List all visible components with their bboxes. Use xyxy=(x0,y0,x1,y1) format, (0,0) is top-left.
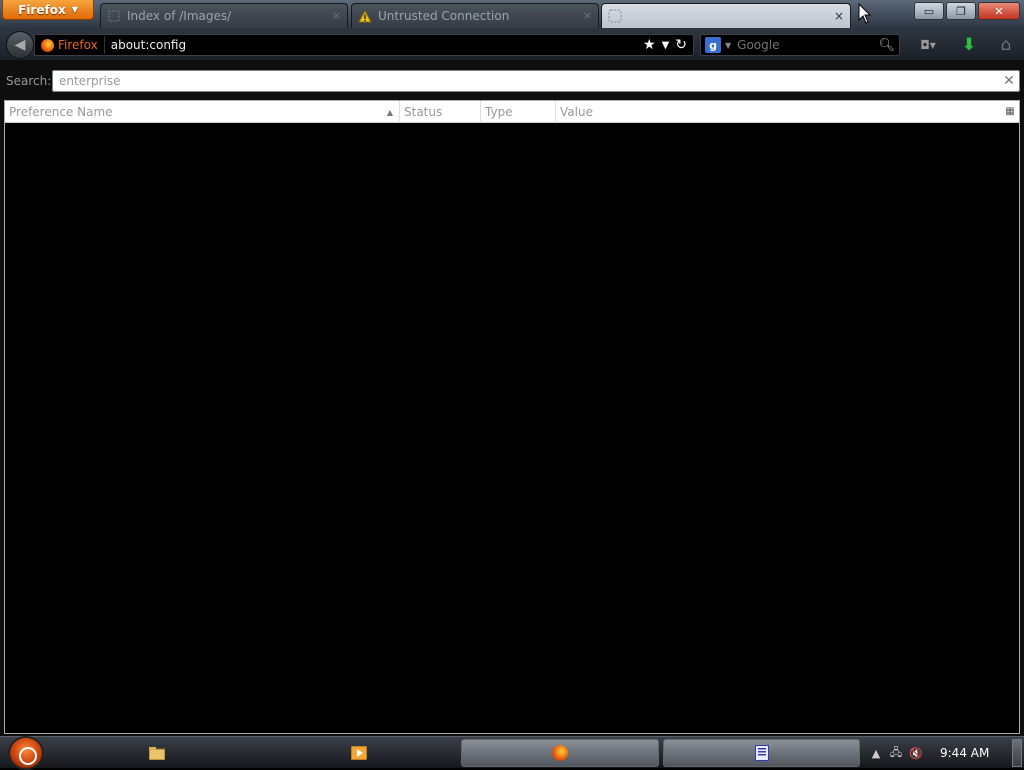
identity-label: Firefox xyxy=(58,38,98,52)
tab-close-icon[interactable]: × xyxy=(834,9,844,23)
clear-icon[interactable]: ✕ xyxy=(999,73,1019,89)
download-icon[interactable]: ⬇ xyxy=(956,35,982,55)
column-type[interactable]: Type xyxy=(481,101,556,123)
column-value[interactable]: Value xyxy=(556,101,1001,123)
clock[interactable]: 9:44 AM xyxy=(940,746,989,760)
about-config-page: Search: ✕ Preference Name ▲ Status Type xyxy=(0,60,1024,736)
maximize-button[interactable]: ❐ xyxy=(946,2,976,20)
network-icon[interactable]: 🖧 xyxy=(886,744,906,763)
preferences-tree[interactable]: Preference Name ▲ Status Type Value ▦ xyxy=(4,100,1020,734)
column-label: Status xyxy=(404,105,443,119)
column-picker-icon[interactable]: ▦ xyxy=(1001,101,1019,122)
column-status[interactable]: Status xyxy=(400,101,481,123)
column-label: Type xyxy=(485,105,513,119)
google-engine-icon[interactable]: g xyxy=(705,37,721,53)
taskbar-firefox[interactable] xyxy=(461,739,659,767)
system-tray: ▲ 🖧 🔇 9:44 AM xyxy=(866,737,1012,769)
firefox-logo-icon xyxy=(41,38,54,52)
application-window-icon xyxy=(754,745,769,761)
firefox-menu-label: Firefox xyxy=(18,2,66,17)
navigation-toolbar: ◀ Firefox about:config ★ ▼ ↻ g ▼ 🔍︎ ◘▾ ⬇… xyxy=(0,30,1024,60)
tree-header: Preference Name ▲ Status Type Value ▦ xyxy=(5,101,1019,123)
preference-filter-input[interactable] xyxy=(53,74,999,88)
search-bar[interactable]: g ▼ 🔍︎ xyxy=(700,34,900,56)
chevron-down-icon[interactable]: ▼ xyxy=(725,41,731,50)
back-button[interactable]: ◀ xyxy=(6,31,34,59)
window-controls: ▭ ❐ ✕ xyxy=(914,2,1020,20)
windows-taskbar: ▲ 🖧 🔇 9:44 AM xyxy=(0,736,1024,770)
search-input[interactable] xyxy=(737,38,878,52)
tab-close-icon[interactable]: × xyxy=(583,9,592,22)
page-icon xyxy=(107,9,121,23)
filter-row: Search: ✕ xyxy=(0,68,1024,94)
show-desktop-button[interactable] xyxy=(1012,739,1022,767)
warning-icon xyxy=(358,9,372,23)
search-label: Search: xyxy=(6,74,52,88)
tab-index-of-images[interactable]: Index of /Images/ × xyxy=(100,3,348,28)
tab-about-config[interactable]: × xyxy=(601,3,851,28)
media-player-icon[interactable] xyxy=(350,744,368,762)
start-button[interactable] xyxy=(8,736,44,770)
browser-window: Firefox ▼ Index of /Images/ × Untrusted … xyxy=(0,0,1024,736)
tab-untrusted-connection[interactable]: Untrusted Connection × xyxy=(351,3,599,28)
url-bar[interactable]: Firefox about:config ★ ▼ ↻ xyxy=(34,34,694,56)
home-icon[interactable]: ⌂ xyxy=(994,35,1018,55)
column-label: Value xyxy=(560,105,593,119)
taskbar-window-app[interactable] xyxy=(663,739,860,767)
reload-icon[interactable]: ↻ xyxy=(675,37,687,53)
magnifier-icon[interactable]: 🔍︎ xyxy=(878,38,895,53)
blank-page-icon xyxy=(608,9,622,23)
column-preference-name[interactable]: Preference Name ▲ xyxy=(5,101,400,123)
show-hidden-icons-icon[interactable]: ▲ xyxy=(866,747,886,760)
tab-title: Untrusted Connection xyxy=(378,9,510,23)
sort-ascending-icon: ▲ xyxy=(386,107,393,117)
url-text[interactable]: about:config xyxy=(105,38,643,52)
history-dropdown-icon[interactable]: ▼ xyxy=(662,40,670,51)
url-bar-actions: ★ ▼ ↻ xyxy=(643,37,693,53)
firefox-logo-icon xyxy=(552,745,568,761)
minimize-button[interactable]: ▭ xyxy=(914,2,944,20)
tab-title: Index of /Images/ xyxy=(127,9,232,23)
addon-bar-button[interactable]: ◘▾ xyxy=(912,36,944,54)
mouse-cursor-icon xyxy=(858,3,872,24)
chevron-down-icon: ▼ xyxy=(71,5,78,14)
site-identity-button[interactable]: Firefox xyxy=(35,36,105,54)
bookmark-star-icon[interactable]: ★ xyxy=(643,37,656,53)
file-explorer-icon[interactable] xyxy=(148,744,166,762)
tab-close-icon[interactable]: × xyxy=(332,9,341,22)
volume-muted-icon[interactable]: 🔇 xyxy=(906,747,926,760)
close-window-button[interactable]: ✕ xyxy=(978,2,1020,20)
firefox-menu-button[interactable]: Firefox ▼ xyxy=(2,0,94,20)
filter-box[interactable]: ✕ xyxy=(52,70,1020,92)
column-label: Preference Name xyxy=(9,105,113,119)
